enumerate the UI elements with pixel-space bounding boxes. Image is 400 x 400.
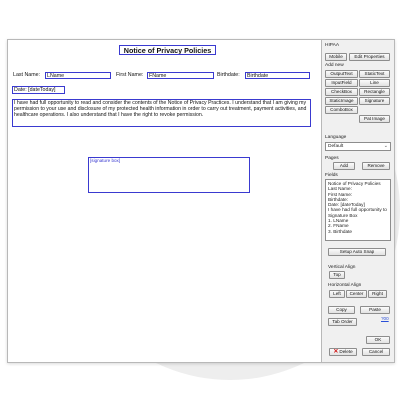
fields-list[interactable]: Notice of Privacy Policies Last Name: Fi… bbox=[325, 179, 391, 241]
last-name-field[interactable]: LName bbox=[45, 72, 111, 79]
add-page-button[interactable]: Add bbox=[333, 162, 355, 170]
cancel-button[interactable]: Cancel bbox=[362, 348, 390, 356]
list-item[interactable]: 3. Birthdate bbox=[328, 229, 388, 234]
list-item[interactable]: I have had full opportunity to bbox=[328, 207, 388, 212]
ok-button[interactable]: OK bbox=[366, 336, 390, 344]
form-title[interactable]: Notice of Privacy Policies bbox=[119, 45, 216, 55]
sheet-editor-window: Notice of Privacy Policies Last Name: LN… bbox=[7, 39, 395, 363]
birthdate-field[interactable]: Birthdate bbox=[245, 72, 310, 79]
last-name-label[interactable]: Last Name: bbox=[12, 72, 46, 79]
signature-box[interactable]: [signature box] bbox=[88, 157, 250, 193]
add-outputtext-button[interactable]: OutputText bbox=[325, 70, 358, 78]
copy-button[interactable]: Copy bbox=[328, 306, 355, 314]
language-label: Language bbox=[325, 135, 347, 140]
paste-button[interactable]: Paste bbox=[360, 306, 390, 314]
birthdate-label[interactable]: Birthdate: bbox=[216, 72, 245, 79]
align-top-button[interactable]: Top bbox=[329, 271, 345, 279]
add-inputfield-button[interactable]: InputField bbox=[325, 79, 358, 87]
add-statictext-button[interactable]: StaticText bbox=[359, 70, 390, 78]
pages-label: Pages bbox=[325, 156, 339, 161]
pat-image-button[interactable]: Pat Image bbox=[359, 115, 390, 123]
remove-page-button[interactable]: Remove bbox=[362, 162, 390, 170]
add-checkbox-button[interactable]: CheckBox bbox=[325, 88, 358, 96]
tab-order-button[interactable]: Tab Order bbox=[328, 318, 357, 326]
edit-properties-button[interactable]: Edit Properties bbox=[349, 53, 390, 61]
align-center-button[interactable]: Center bbox=[346, 290, 367, 298]
first-name-label[interactable]: First Name: bbox=[115, 72, 149, 79]
add-combobox-button[interactable]: ComboBox bbox=[325, 106, 358, 114]
add-signature-button[interactable]: Signature bbox=[359, 97, 390, 105]
consent-paragraph[interactable]: I have had full opportunity to read and … bbox=[12, 99, 311, 127]
add-staticimage-button[interactable]: StaticImage bbox=[325, 97, 358, 105]
align-left-button[interactable]: Left bbox=[329, 290, 345, 298]
language-value: Default bbox=[328, 144, 344, 149]
chevron-down-icon: ⌄ bbox=[383, 143, 388, 149]
add-line-button[interactable]: Line bbox=[359, 79, 390, 87]
delete-x-icon: ✕ bbox=[333, 349, 339, 355]
language-select[interactable]: Default ⌄ bbox=[325, 142, 391, 151]
fields-label: Fields bbox=[325, 173, 338, 178]
horizontal-align-label: Horizontal Align bbox=[328, 283, 362, 288]
add-new-label: Add new bbox=[325, 63, 344, 68]
properties-panel: HIPAA Mobile Edit Properties Add new Out… bbox=[322, 40, 394, 362]
add-rectangle-button[interactable]: Rectangle bbox=[359, 88, 390, 96]
form-canvas[interactable]: Notice of Privacy Policies Last Name: LN… bbox=[8, 40, 322, 362]
delete-button-label: Delete bbox=[339, 349, 353, 354]
setup-auto-snap-button[interactable]: Setup Auto Snap bbox=[328, 248, 386, 256]
sheet-type-label: HIPAA bbox=[325, 43, 340, 48]
align-right-button[interactable]: Right bbox=[368, 290, 387, 298]
mobile-button[interactable]: Mobile bbox=[325, 53, 347, 61]
date-field[interactable]: Date: [dateToday] bbox=[12, 86, 65, 94]
tab-order-link[interactable]: ?00 bbox=[381, 316, 389, 321]
vertical-align-label: Vertical Align bbox=[328, 265, 356, 270]
first-name-field[interactable]: FName bbox=[147, 72, 214, 79]
delete-button[interactable]: ✕Delete bbox=[329, 348, 357, 356]
